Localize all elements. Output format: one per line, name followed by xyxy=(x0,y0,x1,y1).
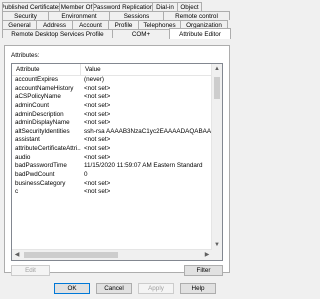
attribute-value: ssh-rsa AAAAB3NzaC1yc2EAAAADAQABAAAI xyxy=(84,127,212,135)
attribute-name: adminDescription xyxy=(15,110,64,118)
tab-com-plus[interactable]: COM+ xyxy=(112,29,170,38)
attribute-value: <not set> xyxy=(84,93,111,101)
attribute-name: accountExpires xyxy=(15,76,59,83)
table-row[interactable]: badPwdCount 0 xyxy=(12,171,212,180)
column-header-value[interactable]: Value xyxy=(81,64,212,75)
horizontal-scrollbar[interactable]: ◀ ▶ xyxy=(12,249,212,260)
tab-general[interactable]: General xyxy=(2,20,37,29)
filter-button[interactable]: Filter xyxy=(184,265,223,276)
tab-remote-control[interactable]: Remote control xyxy=(163,11,230,20)
attribute-name: badPwdCount xyxy=(15,171,55,179)
list-rows: accountExpires (never) accountNameHistory… xyxy=(12,76,212,197)
attribute-value: <not set> xyxy=(84,84,111,92)
tab-attribute-editor[interactable]: Attribute Editor xyxy=(169,28,231,39)
attribute-value: <not set> xyxy=(84,188,111,196)
tab-row-1: Published Certificates Member Of Passwor… xyxy=(2,2,232,11)
attribute-name: c xyxy=(15,188,19,196)
scroll-right-icon[interactable]: ▶ xyxy=(202,250,212,260)
scroll-up-icon[interactable]: ▲ xyxy=(212,64,222,74)
tab-account[interactable]: Account xyxy=(72,20,109,29)
tab-row-4: Remote Desktop Services Profile COM+ Att… xyxy=(2,28,232,39)
cancel-button[interactable]: Cancel xyxy=(96,283,132,294)
table-row[interactable]: accountExpires (never) xyxy=(12,76,212,85)
attribute-name: altSecurityIdentities xyxy=(15,127,70,135)
attribute-value: 11/15/2020 11:59:07 AM Eastern Standard xyxy=(84,162,203,170)
table-row[interactable]: adminCount <not set> xyxy=(12,102,212,111)
attribute-value: <not set> xyxy=(84,110,111,118)
attribute-value: <not set> xyxy=(84,119,111,127)
tab-published-certificates[interactable]: Published Certificates xyxy=(2,2,60,11)
table-row[interactable]: c <not set> xyxy=(12,188,212,197)
attribute-name: audio xyxy=(15,153,31,161)
tab-security[interactable]: Security xyxy=(2,11,49,20)
vertical-scrollbar[interactable]: ▲ ▼ xyxy=(211,64,222,250)
table-row[interactable]: attributeCertificateAttri... <not set> xyxy=(12,145,212,154)
table-row[interactable]: accountNameHistory <not set> xyxy=(12,85,212,94)
horizontal-scroll-thumb[interactable] xyxy=(24,252,118,258)
apply-button[interactable]: Apply xyxy=(138,283,174,294)
table-row[interactable]: assistant <not set> xyxy=(12,136,212,145)
attribute-name: adminDisplayName xyxy=(15,119,70,127)
tab-environment[interactable]: Environment xyxy=(48,11,110,20)
table-row[interactable]: businessCategory <not set> xyxy=(12,180,212,189)
scrollbar-corner xyxy=(212,250,222,260)
table-row[interactable]: adminDescription <not set> xyxy=(12,111,212,120)
attribute-value: (never) xyxy=(84,76,104,83)
tab-address[interactable]: Address xyxy=(36,20,73,29)
tab-object[interactable]: Object xyxy=(177,2,202,11)
attribute-value: 0 xyxy=(84,171,88,179)
attribute-name: badPasswordTime xyxy=(15,162,67,170)
attribute-value: <not set> xyxy=(84,101,111,109)
attribute-name: assistant xyxy=(15,136,40,144)
attribute-value: <not set> xyxy=(84,145,111,153)
attribute-name: adminCount xyxy=(15,101,49,109)
attributes-list[interactable]: Attribute Value accountExpires (never) ac… xyxy=(11,63,223,261)
column-header-attribute[interactable]: Attribute xyxy=(12,64,81,75)
table-row[interactable]: audio <not set> xyxy=(12,154,212,163)
table-row[interactable]: adminDisplayName <not set> xyxy=(12,119,212,128)
attribute-name: accountNameHistory xyxy=(15,84,74,92)
ok-button[interactable]: OK xyxy=(54,283,90,294)
attribute-editor-panel: Attributes: Attribute Value accountExpir… xyxy=(4,45,230,276)
table-row[interactable]: aCSPolicyName <not set> xyxy=(12,93,212,102)
tab-profile[interactable]: Profile xyxy=(108,20,139,29)
help-button[interactable]: Help xyxy=(180,283,216,294)
attribute-value: <not set> xyxy=(84,136,111,144)
vertical-scroll-thumb[interactable] xyxy=(214,77,220,99)
list-header: Attribute Value xyxy=(12,64,212,76)
tab-member-of[interactable]: Member Of xyxy=(59,2,94,11)
attribute-value: <not set> xyxy=(84,153,111,161)
table-row[interactable]: altSecurityIdentities ssh-rsa AAAAB3NzaC1… xyxy=(12,128,212,137)
tab-row-2: Security Environment Sessions Remote con… xyxy=(2,11,232,20)
tab-sessions[interactable]: Sessions xyxy=(109,11,164,20)
attribute-name: aCSPolicyName xyxy=(15,93,61,101)
attribute-name: businessCategory xyxy=(15,179,66,187)
scroll-left-icon[interactable]: ◀ xyxy=(12,250,22,260)
tab-remote-desktop-services-profile[interactable]: Remote Desktop Services Profile xyxy=(2,29,113,38)
tab-password-replication[interactable]: Password Replication xyxy=(93,2,153,11)
tab-strip: Published Certificates Member Of Passwor… xyxy=(2,2,232,45)
attribute-name: attributeCertificateAttri... xyxy=(15,145,81,153)
edit-button[interactable]: Edit xyxy=(11,265,50,276)
attributes-label: Attributes: xyxy=(11,52,40,59)
tab-dial-in[interactable]: Dial-in xyxy=(152,2,178,11)
attribute-value: <not set> xyxy=(84,179,111,187)
scroll-down-icon[interactable]: ▼ xyxy=(212,240,222,250)
table-row[interactable]: badPasswordTime 11/15/2020 11:59:07 AM Ea… xyxy=(12,162,212,171)
